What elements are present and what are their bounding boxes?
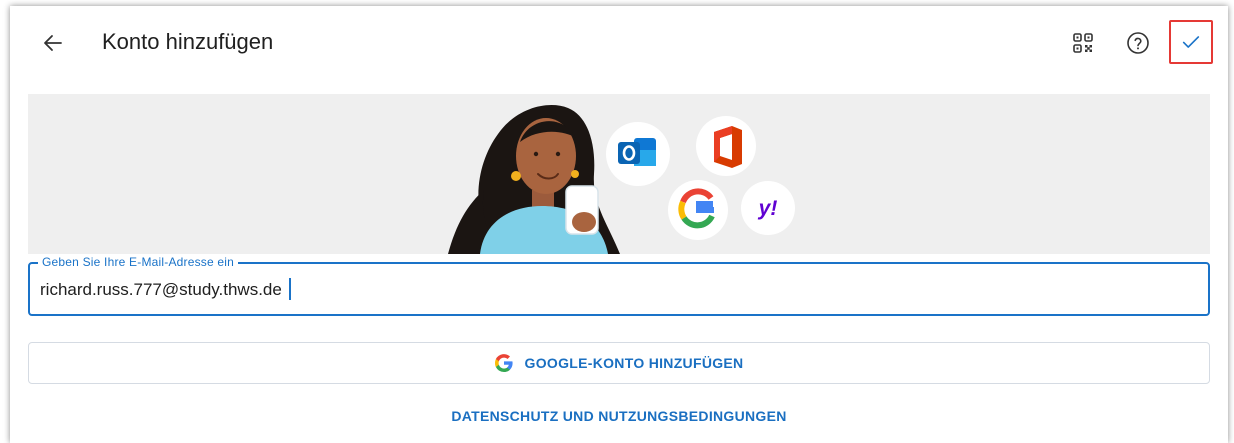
page-title: Konto hinzufügen [102, 29, 274, 54]
office-icon [696, 116, 756, 176]
add-google-account-button[interactable]: GOOGLE-KONTO HINZUFÜGEN [28, 342, 1210, 384]
app-bar: Konto hinzufügen [10, 6, 1228, 80]
arrow-left-icon [44, 35, 62, 51]
google-g-icon [494, 354, 513, 372]
outlook-icon [606, 122, 670, 186]
email-input[interactable] [40, 278, 1190, 302]
text-caret [289, 278, 291, 300]
confirm-button[interactable] [1169, 20, 1213, 64]
yahoo-logo-text: y! [758, 197, 778, 220]
add-google-account-label: GOOGLE-KONTO HINZUFÜGEN [524, 355, 744, 371]
yahoo-icon: y! [741, 181, 795, 235]
qr-code-button[interactable] [1066, 26, 1100, 60]
help-circle-icon [1127, 32, 1149, 54]
email-field-label: Geben Sie Ihre E-Mail-Adresse ein [38, 255, 239, 269]
google-icon [668, 180, 728, 240]
email-field[interactable]: Geben Sie Ihre E-Mail-Adresse ein [28, 255, 1210, 316]
hero-illustration: y! [28, 94, 1210, 254]
add-account-screen: Konto hinzufügen y! Geben Sie Ihre E-Mai… [10, 6, 1228, 443]
qr-code-icon [1073, 33, 1093, 53]
back-button[interactable] [38, 28, 68, 58]
help-button[interactable] [1121, 26, 1155, 60]
check-icon [1182, 36, 1200, 48]
privacy-terms-link[interactable]: DATENSCHUTZ UND NUTZUNGSBEDINGUNGEN [10, 408, 1228, 424]
woman-with-phone-illustration: y! [448, 105, 795, 254]
